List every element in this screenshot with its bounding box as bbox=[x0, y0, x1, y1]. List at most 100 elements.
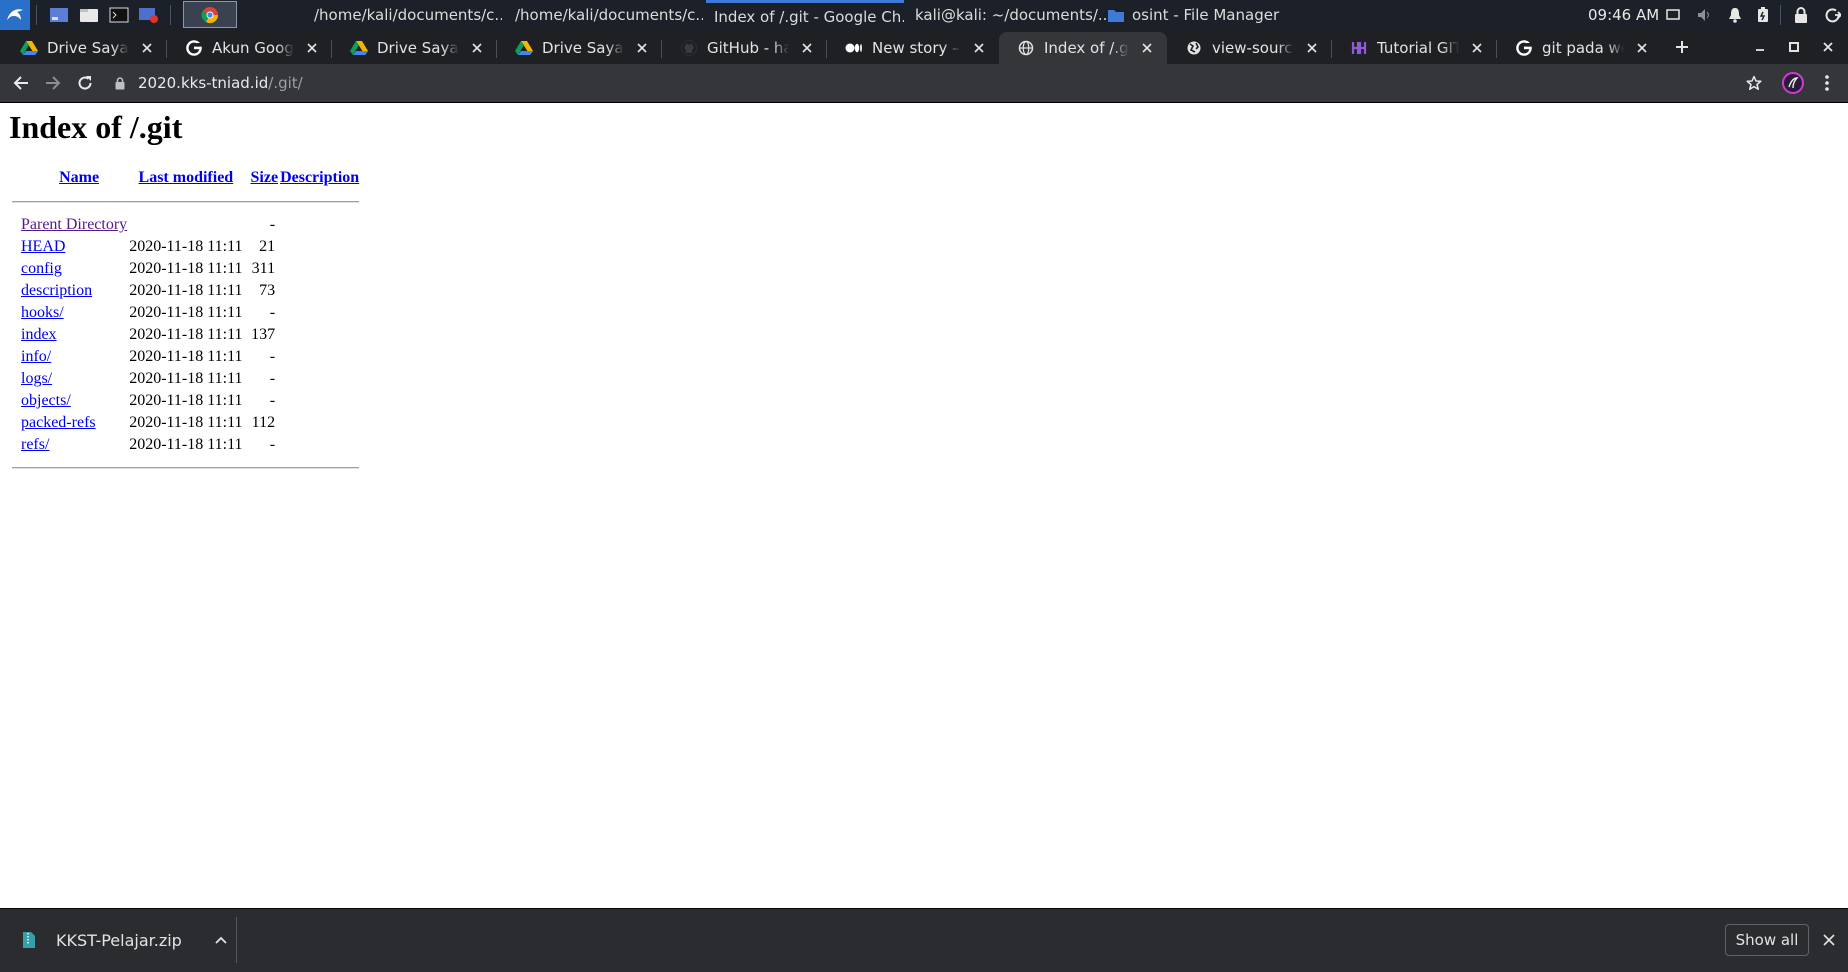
volume-icon[interactable] bbox=[1696, 6, 1714, 24]
reload-icon[interactable] bbox=[71, 69, 99, 97]
row-icon-cell bbox=[12, 237, 19, 257]
tab-close-icon[interactable] bbox=[1300, 36, 1324, 60]
download-separator bbox=[236, 917, 237, 963]
bookmark-star-icon[interactable] bbox=[1740, 69, 1768, 97]
tab-close-icon[interactable] bbox=[795, 36, 819, 60]
window-task-file-manager[interactable]: osint - File Manager bbox=[1108, 0, 1308, 30]
tab-close-icon[interactable] bbox=[1465, 36, 1489, 60]
tab-git-pada-website[interactable]: git pada website bbox=[1497, 32, 1662, 64]
file-link-head[interactable]: HEAD bbox=[21, 238, 65, 255]
sort-by-last-modified-link[interactable]: Last modified bbox=[139, 169, 234, 186]
address-bar[interactable]: 2020.kks-tniad.id/.git/ bbox=[112, 68, 1752, 98]
file-link-index[interactable]: index bbox=[21, 326, 57, 343]
row-description bbox=[280, 325, 359, 345]
tab-title: Tutorial GIT Dasar bbox=[1377, 39, 1459, 57]
row-icon-cell bbox=[12, 413, 19, 433]
row-date: 2020-11-18 11:11 bbox=[129, 304, 243, 321]
sort-by-name-link[interactable]: Name bbox=[59, 169, 99, 186]
row-date: 2020-11-18 11:11 bbox=[129, 370, 243, 387]
row-size: 137 bbox=[251, 326, 276, 343]
row-icon-cell bbox=[12, 281, 19, 301]
kali-menu-icon[interactable] bbox=[0, 0, 30, 30]
sort-by-size-link[interactable]: Size bbox=[251, 169, 279, 186]
row-icon-cell bbox=[12, 325, 19, 345]
folder-link-logs[interactable]: logs/ bbox=[21, 370, 52, 387]
chevron-up-icon[interactable] bbox=[210, 929, 232, 951]
tab-drive-saya-3[interactable]: Drive Saya - Google Drive bbox=[497, 32, 662, 64]
google-icon bbox=[185, 39, 203, 57]
tab-close-icon[interactable] bbox=[967, 36, 991, 60]
tab-close-icon[interactable] bbox=[465, 36, 489, 60]
google-drive-icon bbox=[20, 39, 38, 57]
chrome-taskbar-button[interactable] bbox=[183, 1, 237, 28]
window-task-document-2[interactable]: /home/kali/documents/c... bbox=[507, 0, 703, 30]
logout-icon[interactable] bbox=[1824, 6, 1842, 24]
row-size: - bbox=[269, 392, 276, 409]
power-manager-icon[interactable] bbox=[1754, 6, 1772, 24]
profile-avatar[interactable] bbox=[1779, 69, 1807, 97]
sort-by-description-link[interactable]: Description bbox=[280, 169, 359, 186]
file-link-config[interactable]: config bbox=[21, 260, 62, 277]
tab-close-icon[interactable] bbox=[1135, 36, 1159, 60]
row-size: - bbox=[269, 436, 276, 453]
window-task-label: /home/kali/documents/c... bbox=[515, 6, 703, 24]
row-description bbox=[280, 435, 359, 455]
back-arrow-icon[interactable] bbox=[7, 69, 35, 97]
table-row: objects/ 2020-11-18 11:11 - bbox=[12, 391, 359, 411]
lock-screen-icon[interactable] bbox=[1792, 6, 1810, 24]
folder-link-info[interactable]: info/ bbox=[21, 348, 51, 365]
show-all-downloads-button[interactable]: Show all bbox=[1725, 924, 1809, 956]
tab-tutorial-git[interactable]: Tutorial GIT Dasar bbox=[1332, 32, 1497, 64]
tab-close-icon[interactable] bbox=[300, 36, 324, 60]
row-icon-cell bbox=[12, 369, 19, 389]
workspace-switcher-icon[interactable] bbox=[48, 5, 70, 25]
tab-close-icon[interactable] bbox=[1630, 36, 1654, 60]
folder-link-hooks[interactable]: hooks/ bbox=[21, 304, 64, 321]
row-date: 2020-11-18 11:11 bbox=[129, 414, 243, 431]
tab-medium[interactable]: New story – Medium bbox=[827, 32, 999, 64]
window-task-terminal[interactable]: kali@kali: ~/documents/... bbox=[907, 0, 1107, 30]
close-download-shelf-icon[interactable] bbox=[1819, 930, 1839, 950]
row-size: - bbox=[269, 370, 276, 387]
row-size: - bbox=[269, 348, 276, 365]
row-description bbox=[280, 237, 359, 257]
new-tab-plus-icon[interactable] bbox=[1669, 34, 1695, 60]
tutorial-site-icon bbox=[1350, 39, 1368, 57]
page-title: Index of /.git bbox=[9, 109, 183, 145]
tab-github[interactable]: GitHub - hanas bbox=[662, 32, 827, 64]
forward-arrow-icon[interactable] bbox=[39, 69, 67, 97]
more-menu-icon[interactable] bbox=[1813, 69, 1841, 97]
download-item[interactable]: KKST-Pelajar.zip bbox=[12, 917, 236, 963]
maximize-window-icon[interactable] bbox=[1779, 34, 1809, 60]
zip-file-icon bbox=[20, 931, 38, 949]
tab-view-source[interactable]: view-source:https bbox=[1167, 32, 1332, 64]
padlock-icon[interactable] bbox=[112, 74, 128, 92]
tab-close-icon[interactable] bbox=[630, 36, 654, 60]
window-task-document-1[interactable]: /home/kali/documents/c... bbox=[306, 0, 502, 30]
divider bbox=[12, 201, 360, 203]
tab-drive-saya-1[interactable]: Drive Saya - Google Drive bbox=[2, 32, 167, 64]
folder-icon bbox=[1108, 10, 1124, 22]
page-viewport: Index of /.git Name Last modified Size D… bbox=[0, 103, 1848, 908]
tab-index-of-git[interactable]: Index of /.git bbox=[999, 32, 1167, 64]
tab-drive-saya-2[interactable]: Drive Saya - Google Drive bbox=[332, 32, 497, 64]
parent-directory-link[interactable]: Parent Directory bbox=[21, 216, 127, 233]
display-icon[interactable] bbox=[1664, 6, 1682, 24]
row-description bbox=[280, 215, 359, 235]
window-task-chrome[interactable]: Index of /.git - Google Ch... bbox=[706, 0, 904, 30]
screen-recorder-launcher-icon[interactable] bbox=[138, 5, 160, 25]
terminal-launcher-icon[interactable] bbox=[108, 5, 130, 25]
notification-bell-icon[interactable] bbox=[1726, 6, 1744, 24]
folder-link-objects[interactable]: objects/ bbox=[21, 392, 71, 409]
row-icon-cell bbox=[12, 259, 19, 279]
close-window-icon[interactable] bbox=[1813, 34, 1843, 60]
panel-clock[interactable]: 09:46 AM bbox=[1588, 0, 1659, 30]
tab-title: git pada website bbox=[1542, 39, 1624, 57]
file-link-description[interactable]: description bbox=[21, 282, 92, 299]
file-link-packed-refs[interactable]: packed-refs bbox=[21, 414, 96, 431]
file-manager-launcher-icon[interactable] bbox=[78, 5, 100, 25]
tab-akun-google[interactable]: Akun Google bbox=[167, 32, 332, 64]
tab-close-icon[interactable] bbox=[135, 36, 159, 60]
folder-link-refs[interactable]: refs/ bbox=[21, 436, 49, 453]
minimize-window-icon[interactable] bbox=[1745, 34, 1775, 60]
